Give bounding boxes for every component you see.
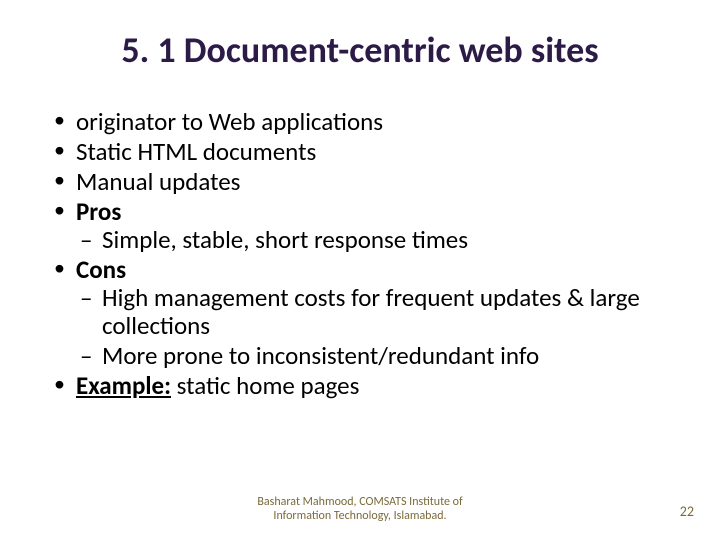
slide-title: 5. 1 Document-centric web sites [0, 28, 720, 72]
bullet-item: Static HTML documents [48, 138, 672, 166]
footer-line-2: Information Technology, Islamabad. [273, 509, 446, 523]
bullet-list: originator to Web applications Static HT… [48, 108, 672, 400]
footer-line-1: Basharat Mahmood, COMSATS Institute of [257, 495, 462, 509]
bullet-item: Example: static home pages [48, 372, 672, 400]
bullet-item: Manual updates [48, 168, 672, 196]
footer: Basharat Mahmood, COMSATS Institute of I… [0, 496, 720, 524]
bullet-text: Static HTML documents [76, 136, 316, 167]
example-text: static home pages [171, 370, 359, 401]
bullet-text: More prone to inconsistent/redundant inf… [102, 340, 539, 371]
bullet-text: Cons [76, 254, 126, 285]
page-number: 22 [680, 503, 694, 520]
example-label: Example: [76, 370, 171, 401]
sub-list: High management costs for frequent updat… [76, 284, 672, 370]
sub-bullet-item: Simple, stable, short response times [76, 226, 672, 254]
bullet-item: Pros Simple, stable, short response time… [48, 198, 672, 254]
sub-bullet-item: High management costs for frequent updat… [76, 284, 672, 340]
bullet-item: Cons High management costs for frequent … [48, 256, 672, 370]
sub-list: Simple, stable, short response times [76, 226, 672, 254]
bullet-text: Pros [76, 196, 121, 227]
slide-body: originator to Web applications Static HT… [48, 108, 672, 402]
bullet-text: Simple, stable, short response times [102, 224, 468, 255]
bullet-item: originator to Web applications [48, 108, 672, 136]
slide: 5. 1 Document-centric web sites originat… [0, 0, 720, 540]
bullet-text: Manual updates [76, 166, 240, 197]
bullet-text: originator to Web applications [76, 106, 383, 137]
bullet-text: High management costs for frequent updat… [102, 282, 640, 341]
sub-bullet-item: More prone to inconsistent/redundant inf… [76, 342, 672, 370]
